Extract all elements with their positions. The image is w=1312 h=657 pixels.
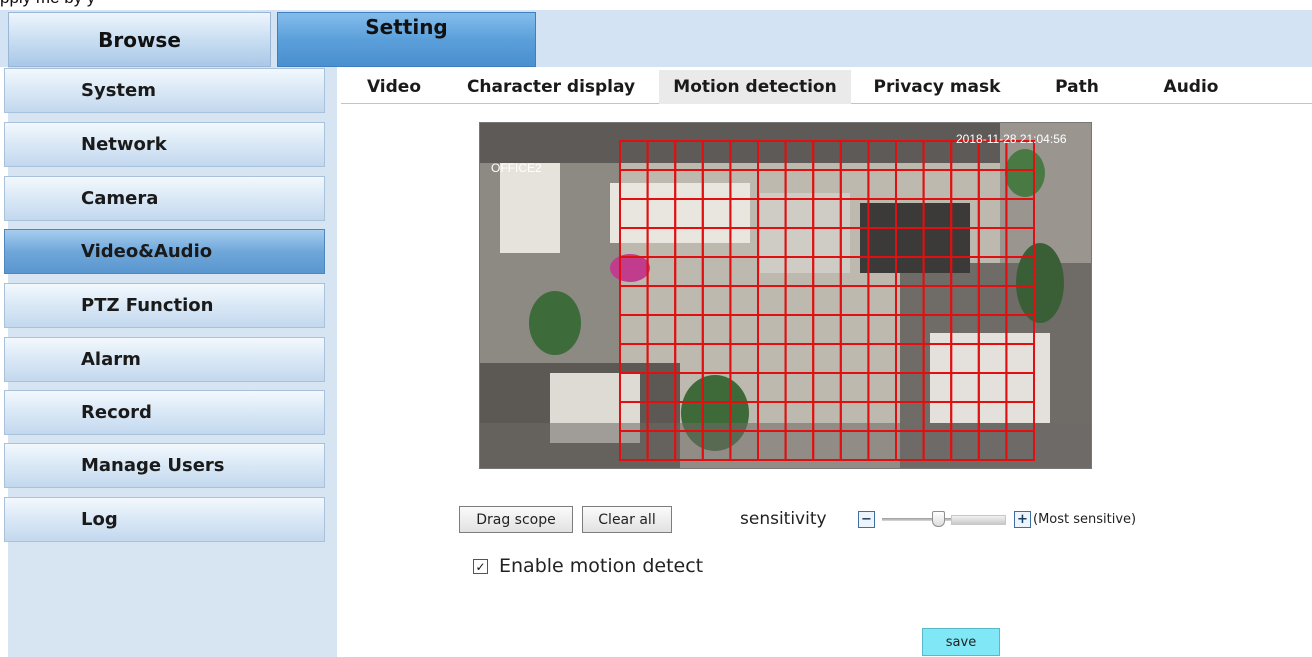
camera-name-overlay: OFFICE2: [491, 161, 542, 175]
tab-audio[interactable]: Audio: [1141, 70, 1241, 104]
sensitivity-label: sensitivity: [740, 509, 827, 529]
top-cutoff-label: pply me by y: [0, 0, 95, 8]
video-preview[interactable]: OFFICE2 2018-11-28 21:04:56: [479, 122, 1092, 469]
sidebar-item-video-audio[interactable]: Video&Audio: [4, 229, 325, 274]
slider-fill: [951, 515, 1006, 525]
sidebar-item-record[interactable]: Record: [4, 390, 325, 435]
most-sensitive-label: (Most sensitive): [1033, 512, 1137, 527]
tab-privacy-mask[interactable]: Privacy mask: [857, 70, 1017, 104]
sidebar-item-alarm[interactable]: Alarm: [4, 337, 325, 382]
top-cutoff-text: pply me by y: [0, 0, 1312, 10]
sidebar-item-camera[interactable]: Camera: [4, 176, 325, 221]
timestamp-overlay: 2018-11-28 21:04:56: [956, 132, 1067, 146]
tab-video[interactable]: Video: [355, 70, 433, 104]
drag-scope-button[interactable]: Drag scope: [459, 506, 573, 533]
tab-motion-detection[interactable]: Motion detection: [659, 70, 851, 104]
settings-tab-bar: Video Character display Motion detection…: [341, 70, 1312, 104]
sidebar-item-system[interactable]: System: [4, 68, 325, 113]
sidebar-item-network[interactable]: Network: [4, 122, 325, 167]
checkmark-icon: ✓: [475, 559, 486, 574]
plus-icon[interactable]: +: [1014, 511, 1031, 528]
sensitivity-slider[interactable]: [882, 511, 1006, 527]
slider-thumb[interactable]: [932, 511, 945, 527]
sidebar-item-log[interactable]: Log: [4, 497, 325, 542]
minus-icon[interactable]: −: [858, 511, 875, 528]
tab-path[interactable]: Path: [1037, 70, 1117, 104]
save-button[interactable]: save: [922, 628, 1000, 656]
tab-character-display[interactable]: Character display: [449, 70, 653, 104]
enable-motion-label: Enable motion detect: [499, 555, 704, 577]
tab-setting[interactable]: Setting: [277, 12, 536, 67]
enable-motion-checkbox[interactable]: ✓: [473, 559, 488, 574]
tab-browse[interactable]: Browse: [8, 12, 271, 67]
camera-scene: [480, 123, 1091, 468]
sidebar-item-manage-users[interactable]: Manage Users: [4, 443, 325, 488]
clear-all-button[interactable]: Clear all: [582, 506, 672, 533]
sidebar-item-ptz-function[interactable]: PTZ Function: [4, 283, 325, 328]
